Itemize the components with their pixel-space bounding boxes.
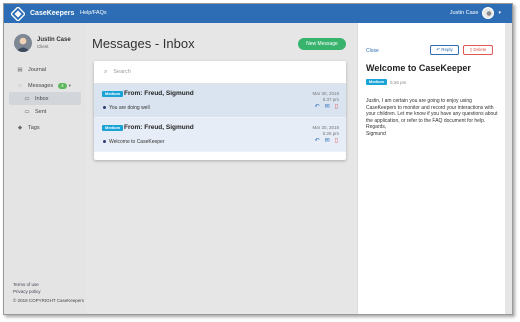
help-faqs-link[interactable]: Help/FAQs — [80, 10, 107, 16]
tag-icon: ◆ — [17, 124, 23, 131]
sidebar-item-inbox[interactable]: ▭ Inbox — [9, 92, 81, 105]
sidebar-item-tags[interactable]: ◆ Tags — [4, 121, 86, 134]
message-row[interactable]: Medium From: Freud, Sigmund Mar 30, 2018… — [94, 84, 346, 118]
message-title: Welcome to CaseKeeper — [366, 63, 471, 73]
copyright-text: © 2018 COPYRIGHT CaseKeepers — [13, 298, 85, 303]
sidebar-item-label: Tags — [28, 124, 40, 131]
sidebar: Justin Case Client ▤ Journal ◌ Messages … — [4, 23, 86, 314]
chevron-down-icon: ▾ — [498, 10, 501, 16]
message-subject: Welcome to CaseKeeper — [103, 139, 165, 145]
sidebar-item-journal[interactable]: ▤ Journal — [4, 63, 86, 76]
book-icon: ▤ — [17, 66, 23, 73]
message-body-text: Justin, I am certain you are going to en… — [366, 98, 498, 124]
unread-count-badge: 4 — [58, 82, 67, 89]
page-title: Messages - Inbox — [92, 36, 195, 51]
chat-icon: ◌ — [18, 82, 22, 89]
reply-icon[interactable]: ↶ — [315, 138, 320, 145]
trash-icon[interactable]: ▯ — [335, 138, 338, 145]
message-list-card: ⌕ Search Medium From: Freud, Sigmund Mar… — [94, 61, 346, 160]
profile-avatar — [14, 34, 32, 52]
user-menu[interactable]: Justin Case ▾ — [450, 7, 501, 19]
message-subject: You are doing well — [103, 105, 150, 111]
mail-icon[interactable]: ✉ — [325, 104, 330, 111]
chevron-down-icon: ▾ — [68, 82, 71, 88]
search-input[interactable]: Search — [113, 69, 130, 75]
priority-badge: Medium — [366, 79, 388, 85]
reply-icon[interactable]: ↶ — [315, 104, 320, 111]
app-name: CaseKeepers — [30, 10, 75, 17]
user-profile: Justin Case Client — [14, 34, 71, 52]
unread-dot-icon — [103, 140, 106, 144]
message-sender: From: Freud, Sigmund — [124, 90, 194, 97]
sidebar-item-label: Inbox — [35, 95, 49, 102]
delete-button[interactable]: ▯ Delete — [463, 45, 493, 55]
reply-button[interactable]: ↶ Reply — [430, 45, 459, 55]
new-message-button[interactable]: New Message — [298, 38, 346, 50]
message-timestamp: Mar 30, 2018 5:37 pm — [312, 91, 339, 103]
app-window: CaseKeepers Help/FAQs Justin Case ▾ Just… — [3, 3, 513, 315]
sent-icon: ▭ — [24, 108, 30, 115]
message-timestamp: Mar 30, 2018 5:26 pm — [312, 125, 339, 137]
message-time: 5:26 pm — [390, 79, 407, 85]
sidebar-item-label: Messages — [28, 82, 54, 89]
inbox-icon: ▭ — [24, 95, 30, 102]
priority-badge: Medium — [102, 91, 124, 97]
message-body: Justin, I am certain you are going to en… — [366, 98, 500, 137]
message-sender: From: Freud, Sigmund — [124, 124, 194, 131]
message-time: 5:26 pm — [322, 131, 339, 136]
message-actions: ↶ ✉ ▯ — [310, 104, 338, 111]
sidebar-nav: ▤ Journal ◌ Messages 4 ▾ ▭ Inbox ▭ Sent … — [4, 63, 86, 134]
terms-link[interactable]: Terms of use — [13, 282, 84, 287]
sidebar-item-messages[interactable]: ◌ Messages 4 ▾ — [4, 79, 86, 92]
message-time: 5:37 pm — [322, 97, 339, 102]
message-meta: Medium 5:26 pm — [366, 79, 406, 85]
logo-icon — [11, 7, 25, 21]
message-actions: ↶ ✉ ▯ — [310, 138, 338, 145]
message-row[interactable]: Medium From: Freud, Sigmund Mar 30, 2018… — [94, 118, 346, 152]
sidebar-item-label: Journal — [28, 66, 47, 73]
message-detail-panel: Close ↶ Reply ▯ Delete Welcome to CaseKe… — [357, 23, 505, 314]
avatar — [482, 7, 495, 19]
sidebar-item-label: Sent — [35, 108, 47, 115]
message-signature: Sigmund — [366, 130, 386, 137]
user-name: Justin Case — [449, 10, 479, 16]
sidebar-item-sent[interactable]: ▭ Sent — [4, 105, 86, 118]
search-bar[interactable]: ⌕ Search — [94, 61, 346, 84]
close-button[interactable]: Close — [366, 48, 379, 54]
priority-badge: Medium — [102, 125, 124, 131]
profile-name: Justin Case — [37, 37, 71, 43]
profile-role: Client — [37, 44, 49, 49]
privacy-link[interactable]: Privacy policy — [13, 289, 84, 294]
top-bar: CaseKeepers Help/FAQs Justin Case ▾ — [4, 4, 512, 23]
unread-dot-icon — [103, 106, 106, 110]
sidebar-footer: Terms of use Privacy policy © 2018 COPYR… — [13, 282, 84, 305]
app-logo[interactable]: CaseKeepers — [11, 7, 74, 21]
trash-icon[interactable]: ▯ — [335, 104, 338, 111]
mail-icon[interactable]: ✉ — [325, 138, 330, 145]
main-content: Messages - Inbox New Message ⌕ Search Me… — [86, 23, 351, 314]
search-icon: ⌕ — [104, 68, 108, 75]
